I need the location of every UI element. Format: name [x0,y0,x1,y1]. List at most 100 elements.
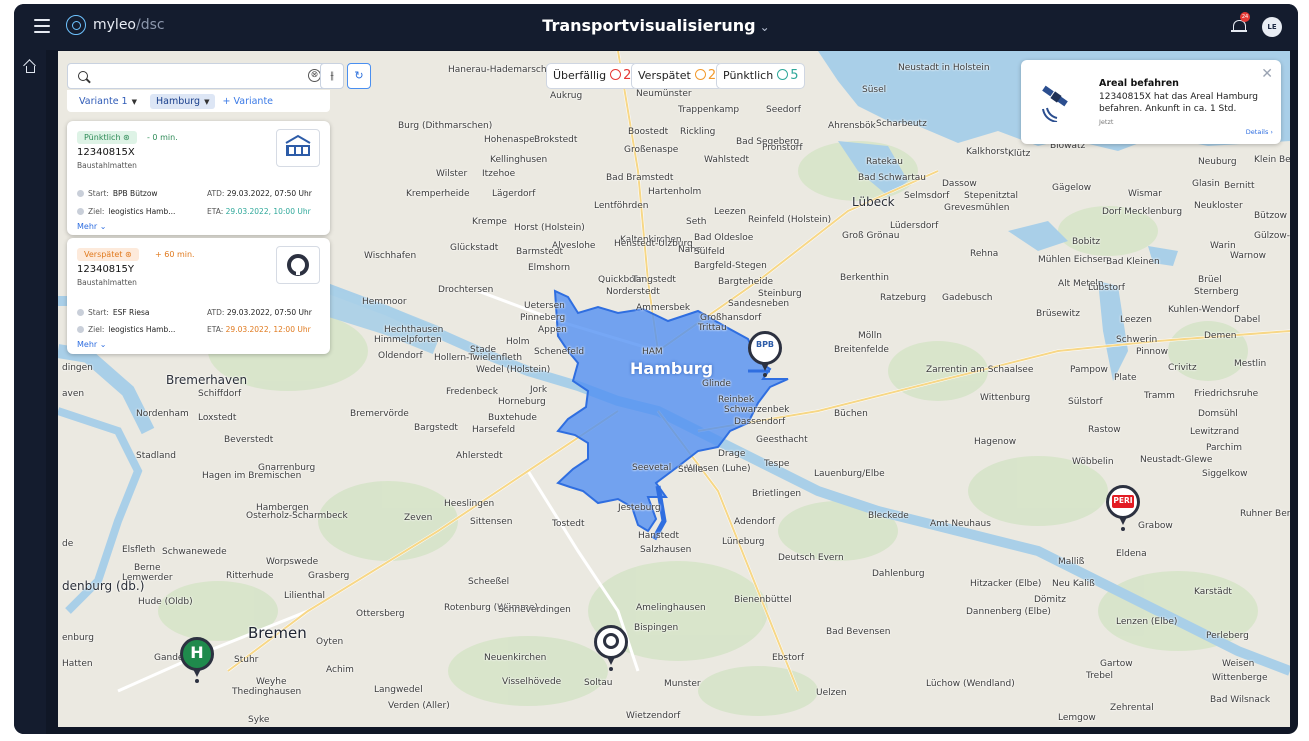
map-label-scharbeutz: Scharbeutz [876,119,927,129]
map-label-eldena: Eldena [1116,549,1147,559]
map-label-leezen: Leezen [1120,315,1152,325]
cargo-text: Baustahlmatten [77,278,137,287]
notification-time: Jetzt [1099,118,1114,126]
ontime-filter[interactable]: Pünktlich 5 [716,63,806,89]
details-link[interactable]: Details › [1246,128,1273,136]
map-label-ham: HAM [642,347,663,357]
map-label-de: de [62,539,74,549]
map-label-deutsch-evern: Deutsch Evern [778,553,844,563]
map-label-mestlin: Mestlin [1234,359,1267,369]
map-label-lueneburg: Lüneburg [722,537,765,547]
route-button[interactable]: ↻ [347,63,371,89]
overdue-filter[interactable]: Überfällig 2 [546,63,639,89]
map-label-bleckede: Bleckede [868,511,909,521]
notification-toast: Areal befahren 12340815X hat das Areal H… [1021,60,1281,144]
ziel-row: Ziel: leogistics Hamb... ETA: 29.03.2022, … [77,207,322,216]
map-label-ammersbek: Ammersbek [636,303,691,313]
map-label-neuburg: Neuburg [1198,157,1237,167]
more-link[interactable]: Mehr ⌄ [77,222,106,231]
map-label-ahrensboek: Ahrensbök [828,121,876,131]
esf-logo [276,246,320,284]
start-row: Start: BPB Bützow ATD: 29.03.2022, 07:50 U… [77,189,322,198]
map-label-rehna: Rehna [970,249,999,259]
ziel-icon [77,326,84,333]
peri-pin[interactable]: PERI [1106,485,1140,531]
map-label-hohenaspe: Hohenaspe [484,135,535,145]
map-label-hanerau: Hanerau-Hademarschen [448,65,558,75]
map-label-grabow: Grabow [1138,521,1173,531]
delay-text: + 60 min. [155,250,195,259]
map-label-wietzendorf: Wietzendorf [626,711,681,721]
h-pin[interactable]: H [180,637,214,683]
map-label-beverstedt: Beverstedt [224,435,274,445]
user-avatar[interactable]: LE [1262,17,1282,37]
delayed-filter[interactable]: Verspätet 2 [631,63,724,89]
map-label-berne: Berne [134,563,161,573]
pin-dot [763,373,767,377]
map-label-brietlingen: Brietlingen [752,489,802,499]
transport-card[interactable]: Verspätet ⊛ + 60 min. 12340815Y Baustahl… [67,238,330,354]
map-label-hatten: Hatten [62,659,93,669]
map-label-itzehoe: Itzehoe [482,169,516,179]
map-label-wittenburg: Wittenburg [980,393,1031,403]
map-label-mallis: Malliß [1058,557,1085,567]
map-label-bad-bevensen: Bad Bevensen [826,627,891,637]
pin-label: PERI [1113,496,1133,505]
notification-badge: 24 [1240,12,1250,22]
map-label-schwarzenbek: Schwarzenbek [724,405,790,415]
map-label-schenefeld: Schenefeld [534,347,585,357]
map-label-wittenberge: Wittenberge [1212,673,1268,683]
bpb-pin[interactable]: BPB [748,331,782,377]
map-label-bargstedt: Bargstedt [414,423,458,433]
map-label-geesthacht: Geesthacht [756,435,808,445]
esf-pin[interactable] [594,625,628,671]
map-label-tramm: Tramm [1144,391,1175,401]
filter-settings-button[interactable]: ⫲ [320,63,344,89]
search-input[interactable]: ⊗ [67,63,330,89]
map-label-dabel: Dabel [1234,315,1261,325]
status-badge: Verspätet ⊛ [77,248,139,261]
map-label-woebbelin: Wöbbelin [1072,457,1114,467]
map-label-barmstedt: Barmstedt [516,247,563,257]
map-label-fredenbeck: Fredenbeck [446,387,498,397]
map-label-ahlerstedt: Ahlerstedt [456,451,503,461]
transport-card[interactable]: Pünktlich ⊛ - 0 min. 12340815X Baustahlm… [67,121,330,235]
map-label-grosshansdorf: Großhansdorf [700,313,762,323]
variant-select[interactable]: Variante 1 ▼ [73,94,143,109]
add-variant-button[interactable]: + Variante [223,96,274,107]
map-label-kremperheide: Kremperheide [406,189,470,199]
close-icon[interactable]: ✕ [1261,66,1273,82]
chevron-down-icon[interactable]: ⌄ [760,20,770,34]
map-label-luebstorf: Lübstorf [1088,283,1125,293]
notification-title: Areal befahren [1099,78,1179,89]
more-link[interactable]: Mehr ⌄ [77,340,106,349]
map-label-stelle: Stelle [678,465,704,475]
map-label-syke: Syke [248,715,270,725]
map-label-hanstedt: Hanstedt [638,531,679,541]
map-label-kuhlen: Kuhlen-Wendorf [1168,305,1240,315]
page-title[interactable]: Transportvisualisierung ⌄ [14,16,1298,35]
region-select[interactable]: Hamburg ▼ [150,94,216,109]
cargo-text: Baustahlmatten [77,161,137,170]
map-label-rickling: Rickling [680,127,716,137]
map-label-perleberg: Perleberg [1206,631,1249,641]
map-label-norderstedt: Norderstedt [606,287,660,297]
map-label-verden: Verden (Aller) [388,701,450,711]
map-label-bruel: Brüel [1198,275,1222,285]
map-label-gadebusch: Gadebusch [942,293,993,303]
map-label-lewitzrand: Lewitzrand [1190,427,1240,437]
map-label-wahlstedt: Wahlstedt [704,155,750,165]
map-label-ritterhude: Ritterhude [226,571,274,581]
map-label-jesteburg: Jesteburg [618,503,661,513]
map-label-gnarrenburg: Gnarrenburg [258,463,316,473]
map-label-visselhoevede: Visselhövede [502,677,562,687]
map-label-stadland: Stadland [136,451,176,461]
map-label-suesel: Süsel [862,85,887,95]
map-label-neustadt-holstein: Neustadt in Holstein [898,63,990,73]
map-label-scheessel: Scheeßel [468,577,510,587]
map-label-uetersen: Uetersen [524,301,565,311]
map-label-amelinghausen: Amelinghausen [636,603,706,613]
top-bar: myleo/dsc Transportvisualisierung ⌄ 24 LE [14,4,1298,50]
home-icon[interactable] [24,60,36,73]
map-label-gartow: Gartow [1100,659,1133,669]
